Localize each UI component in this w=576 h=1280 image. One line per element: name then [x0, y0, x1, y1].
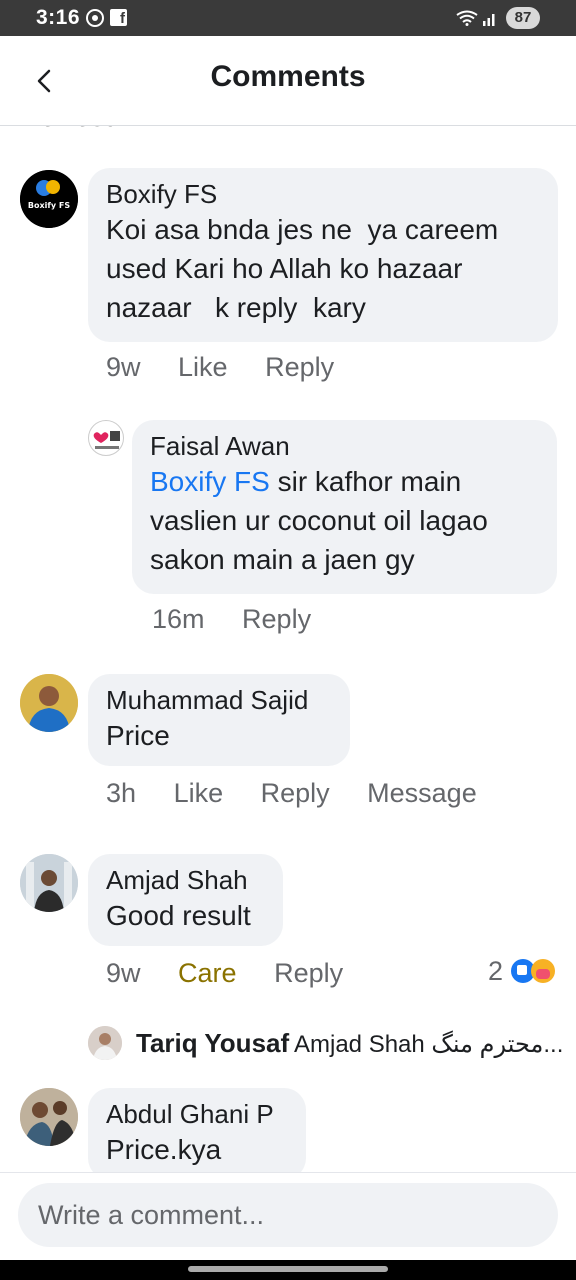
reply-preview-text: Amjad Shah محترم منگ...	[294, 1031, 564, 1058]
whatsapp-icon	[86, 9, 104, 27]
person-photo-icon	[88, 1026, 122, 1060]
comment-author[interactable]: Boxify FS	[106, 178, 540, 210]
reply-button[interactable]: Reply	[274, 958, 343, 989]
boxify-logo-text: Boxify FS	[28, 201, 70, 210]
comment-text: Price.kya	[106, 1134, 222, 1165]
reply-preview[interactable]: Tariq Yousaf Amjad Shah محترم منگ...	[88, 1024, 568, 1064]
reply-button[interactable]: Reply	[242, 604, 311, 635]
avatar-muhammad-sajid[interactable]	[20, 674, 78, 732]
page-title: Comments	[210, 60, 366, 93]
avatar-abdul-ghani[interactable]	[20, 1088, 78, 1146]
comment-author[interactable]: Abdul Ghani P	[106, 1098, 288, 1130]
reaction-summary[interactable]: 2	[488, 956, 555, 987]
status-time: 3:16	[36, 6, 81, 29]
comment-bubble[interactable]: Muhammad Sajid Price	[88, 674, 350, 766]
person-photo-icon	[20, 1088, 78, 1146]
avatar-boxify[interactable]: Boxify FS	[20, 170, 78, 228]
wifi-icon	[456, 10, 478, 26]
comment-composer	[0, 1172, 576, 1260]
comment-time: 3h	[106, 778, 137, 808]
reply-button[interactable]: Reply	[265, 352, 334, 383]
comment-actions: 16m Reply	[152, 604, 341, 635]
comment-actions: 9w Care Reply	[106, 958, 373, 989]
battery-indicator: 87	[506, 7, 540, 29]
reply-button[interactable]: Reply	[261, 778, 330, 809]
comment-bubble[interactable]: Amjad Shah Good result	[88, 854, 283, 946]
header: Comments	[0, 36, 576, 126]
signal-icon	[483, 14, 495, 26]
reaction-count: 2	[488, 956, 504, 986]
comment-bubble[interactable]: Boxify FS Koi asa bnda jes ne ya careem …	[88, 168, 558, 342]
comment-bubble[interactable]: Abdul Ghani P Price.kya	[88, 1088, 306, 1180]
comment-text: Boxify FS sir kafhor main vaslien ur coc…	[150, 462, 539, 579]
home-indicator[interactable]	[188, 1266, 388, 1272]
like-button[interactable]: Like	[174, 778, 224, 809]
mention-link[interactable]: Boxify FS	[150, 466, 270, 497]
status-bar: 3:16 f 87	[0, 0, 576, 36]
comment-author[interactable]: Faisal Awan	[150, 430, 539, 462]
boxify-logo-icon: Boxify FS	[20, 170, 78, 228]
comment-actions: 3h Like Reply Message	[106, 778, 507, 809]
comment-input[interactable]	[18, 1183, 558, 1247]
avatar-amjad-shah[interactable]	[20, 854, 78, 912]
message-button[interactable]: Message	[367, 778, 477, 809]
comment-time: 9w	[106, 352, 141, 382]
care-reaction-icon	[530, 959, 555, 983]
comment-actions: 9w Like Reply	[106, 352, 364, 383]
person-photo-icon	[20, 674, 78, 732]
like-button[interactable]: Like	[178, 352, 228, 383]
avatar-tariq-yousaf	[88, 1026, 122, 1060]
heart-logo-icon	[93, 431, 120, 449]
comment-text: Price	[106, 720, 170, 751]
comment-author[interactable]: Amjad Shah	[106, 864, 265, 896]
reply-bubble[interactable]: Faisal Awan Boxify FS sir kafhor main va…	[132, 420, 557, 594]
person-photo-icon	[20, 854, 78, 912]
reply-preview-author[interactable]: Tariq Yousaf	[136, 1028, 289, 1059]
navigation-bar	[0, 1260, 576, 1280]
avatar-faisal[interactable]	[88, 420, 124, 456]
comment-author[interactable]: Muhammad Sajid	[106, 684, 332, 716]
comment-time: 16m	[152, 604, 205, 634]
care-reaction-button[interactable]: Care	[178, 958, 237, 989]
comment-text: Good result	[106, 900, 251, 931]
comment-text: Koi asa bnda jes ne ya careem used Kari …	[106, 214, 507, 323]
facebook-icon: f	[110, 9, 127, 27]
comment-time: 9w	[106, 958, 141, 988]
